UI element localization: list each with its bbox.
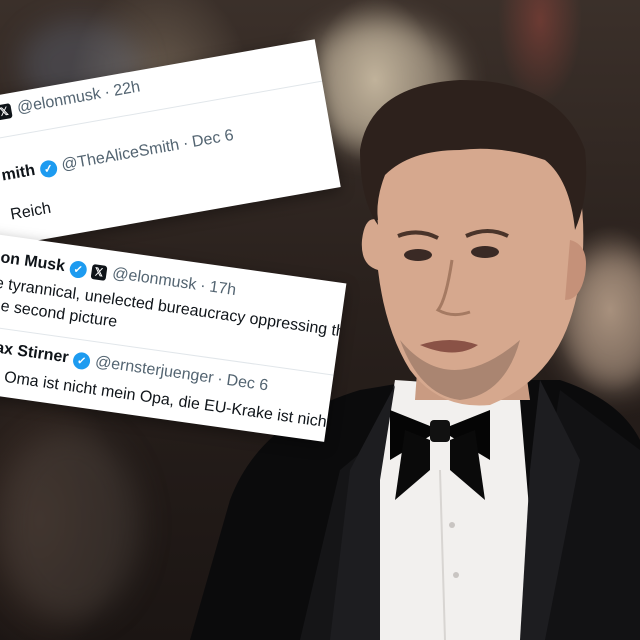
tweet-body: Reich	[9, 199, 53, 224]
tweet-handle[interactable]: @elonmusk	[16, 85, 103, 117]
tweet-handle[interactable]: @ernsterjuenger	[94, 353, 215, 387]
tweet-handle[interactable]: @TheAliceSmith	[60, 136, 181, 174]
verified-check-icon: ✓	[72, 350, 92, 371]
tweet-handle[interactable]: @elonmusk	[111, 265, 197, 295]
tweet-time[interactable]: 17h	[208, 279, 237, 301]
separator-dot: ·	[199, 277, 207, 295]
tweet-author-name[interactable]: mith	[0, 162, 36, 186]
verified-check-icon: ✓	[68, 259, 88, 279]
tweet-time[interactable]: 22h	[112, 78, 141, 100]
tweet-time[interactable]: Dec 6	[191, 127, 235, 152]
tweet-author-name[interactable]: Max Stirner	[0, 337, 70, 367]
tweet-header-row: mith ✓ @TheAliceSmith · Dec 6	[0, 110, 330, 185]
separator-dot: ·	[216, 370, 224, 389]
separator-dot: ·	[103, 83, 112, 102]
tweet-time[interactable]: Dec 6	[225, 372, 269, 396]
separator-dot: ·	[181, 134, 190, 153]
verified-check-icon: ✓	[38, 158, 59, 179]
tweet-author-name[interactable]: on Musk	[0, 249, 66, 276]
x-logo-icon: 𝕏	[90, 263, 108, 281]
x-logo-icon: 𝕏	[0, 102, 13, 120]
